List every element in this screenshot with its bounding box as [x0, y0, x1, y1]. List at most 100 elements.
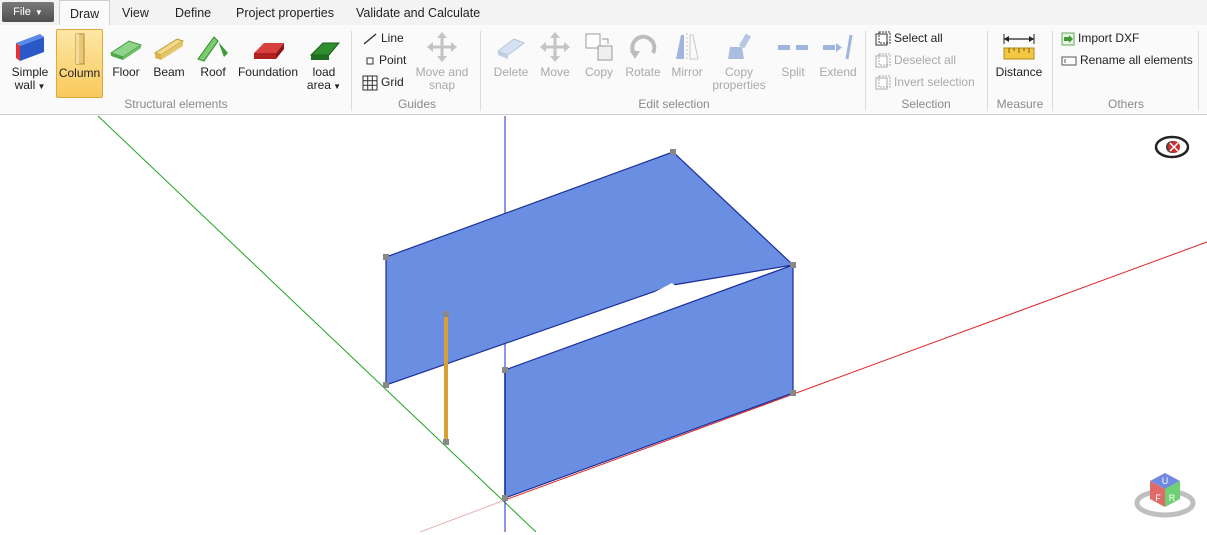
select-all-icon — [875, 31, 891, 46]
import-dxf-button[interactable]: Import DXF — [1061, 29, 1139, 47]
paintbrush-icon — [728, 33, 752, 59]
foundation-button[interactable]: Foundation — [236, 29, 300, 93]
vertex-handle[interactable] — [383, 382, 389, 388]
deselect-all-button[interactable]: Deselect all — [875, 51, 956, 69]
copy-properties-button[interactable]: Copy properties — [710, 29, 768, 93]
guide-grid-button[interactable]: Grid — [362, 73, 404, 91]
file-menu-button[interactable]: File ▼ — [2, 2, 54, 22]
invert-selection-icon — [875, 75, 891, 90]
vertex-handle[interactable] — [670, 149, 676, 155]
extend-button[interactable]: Extend — [816, 29, 860, 93]
distance-button[interactable]: Distance — [994, 29, 1044, 93]
vertex-handle[interactable] — [383, 254, 389, 260]
vertex-handle[interactable] — [502, 367, 508, 373]
view-cube[interactable]: U F R — [1134, 473, 1196, 518]
axis-guide-line — [419, 499, 506, 533]
move-button[interactable]: Move — [536, 29, 574, 93]
ribbon-tab-bar: File ▼ Draw View Define Project properti… — [0, 0, 1207, 26]
3d-viewport[interactable]: U F R — [0, 115, 1207, 533]
move-icon — [540, 32, 570, 62]
load-area-icon — [309, 42, 341, 60]
ruler-icon — [1003, 34, 1035, 60]
split-icon — [778, 45, 808, 50]
ribbon-draw-panel: Simple wall ▼ Column Floor Beam Roof Fou… — [0, 25, 1207, 115]
view-cube-right: R — [1169, 493, 1176, 503]
floor-button[interactable]: Floor — [106, 29, 146, 93]
vertex-handle[interactable] — [502, 495, 508, 501]
vertex-handle[interactable] — [790, 390, 796, 396]
tab-define[interactable]: Define — [165, 0, 221, 25]
move-snap-label: Move and — [415, 65, 469, 79]
vertex-handle[interactable] — [443, 439, 449, 445]
vertex-handle[interactable] — [443, 311, 449, 317]
rotate-label: Rotate — [625, 65, 661, 79]
delete-label: Delete — [493, 65, 529, 79]
group-label-guides: Guides — [397, 97, 437, 111]
tab-validate-calculate[interactable]: Validate and Calculate — [346, 0, 490, 25]
rename-all-label: Rename all elements — [1080, 53, 1193, 67]
import-dxf-label: Import DXF — [1078, 31, 1140, 45]
tab-view[interactable]: View — [112, 0, 159, 25]
group-separator — [865, 31, 866, 111]
point-icon — [366, 57, 374, 65]
rotate-icon — [630, 34, 657, 59]
roof-icon — [197, 36, 228, 62]
load-area-label-2: area — [306, 78, 331, 92]
group-label-others: Others — [1107, 97, 1144, 111]
move-snap-label-2: snap — [428, 78, 456, 92]
simple-wall-label-2: wall — [14, 78, 36, 92]
mirror-label: Mirror — [671, 65, 703, 79]
group-separator — [1198, 31, 1199, 111]
line-icon — [363, 33, 377, 45]
tab-draw[interactable]: Draw — [59, 0, 111, 26]
floor-label: Floor — [112, 65, 140, 79]
deselect-all-icon — [875, 53, 891, 68]
import-icon — [1061, 32, 1075, 46]
extend-icon — [823, 34, 853, 60]
mirror-icon — [676, 33, 699, 61]
guide-line-label: Line — [381, 31, 404, 45]
group-separator — [351, 31, 352, 111]
simple-wall-button[interactable]: Simple wall ▼ — [8, 29, 52, 93]
simple-wall-label: Simple — [11, 65, 49, 79]
roof-button[interactable]: Roof — [194, 29, 232, 93]
copy-label: Copy — [584, 65, 613, 79]
move-label: Move — [540, 65, 570, 79]
chevron-down-icon: ▼ — [330, 82, 342, 91]
split-button[interactable]: Split — [772, 29, 814, 93]
copy-button[interactable]: Copy — [580, 29, 618, 93]
column-button[interactable]: Column — [56, 29, 103, 98]
group-label-edit-selection: Edit selection — [638, 97, 710, 111]
rotate-button[interactable]: Rotate — [622, 29, 664, 93]
guide-point-button[interactable]: Point — [364, 51, 406, 69]
vertex-handle[interactable] — [790, 262, 796, 268]
visibility-toggle-icon[interactable] — [1154, 135, 1190, 159]
rename-all-button[interactable]: Rename all elements — [1061, 51, 1193, 69]
invert-selection-label: Invert selection — [894, 75, 975, 89]
group-separator — [480, 31, 481, 111]
guide-line-button[interactable]: Line — [362, 29, 404, 47]
group-label-measure: Measure — [996, 97, 1044, 111]
copy-properties-label-2: properties — [712, 78, 766, 92]
3d-scene[interactable]: U F R — [0, 115, 1207, 533]
select-all-label: Select all — [894, 31, 943, 45]
grid-icon — [362, 75, 378, 91]
tab-project-properties[interactable]: Project properties — [226, 0, 344, 25]
invert-selection-button[interactable]: Invert selection — [875, 73, 975, 91]
column-icon — [75, 33, 84, 65]
select-all-button[interactable]: Select all — [875, 29, 943, 47]
delete-button[interactable]: Delete — [490, 29, 532, 93]
view-cube-top: U — [1162, 476, 1169, 486]
mirror-button[interactable]: Mirror — [666, 29, 708, 93]
group-label-selection: Selection — [901, 97, 951, 111]
move-and-snap-button[interactable]: Move and snap — [412, 29, 472, 93]
copy-icon — [585, 33, 613, 61]
view-cube-left: F — [1155, 493, 1161, 503]
load-area-button[interactable]: load area ▼ — [304, 29, 344, 93]
wall-icon — [16, 34, 44, 61]
guide-point-label: Point — [379, 53, 407, 67]
load-area-label: load — [312, 65, 336, 79]
group-label-structural: Structural elements — [124, 97, 228, 111]
beam-button[interactable]: Beam — [150, 29, 188, 93]
eraser-icon — [496, 38, 526, 59]
